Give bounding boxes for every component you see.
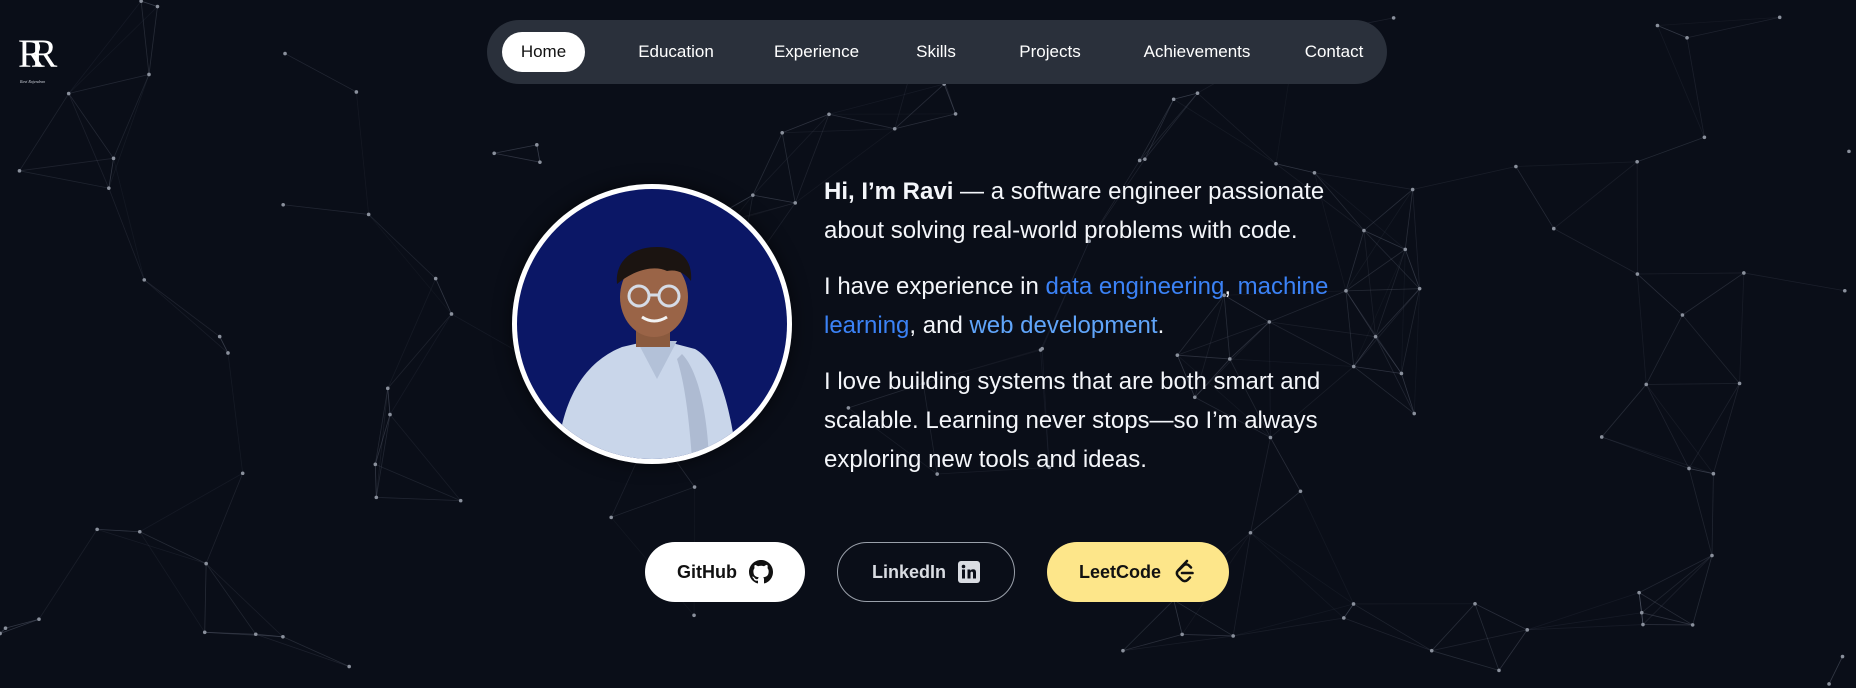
separator-1: , xyxy=(1224,273,1238,300)
logo-monogram: RR xyxy=(18,31,58,76)
nav-education-link[interactable]: Education xyxy=(621,32,731,72)
nav-projects-link[interactable]: Projects xyxy=(1000,32,1100,72)
github-button-label: GitHub xyxy=(677,561,737,582)
skill-data-engineering: data engineering xyxy=(1045,273,1225,300)
profile-photo xyxy=(512,184,792,464)
intro-paragraph-2: I have experience in data engineering, m… xyxy=(824,267,1344,345)
experience-suffix: . xyxy=(1157,312,1165,339)
person-illustration xyxy=(557,247,737,459)
linkedin-button-label: LinkedIn xyxy=(871,561,946,582)
leetcode-button-label: LeetCode xyxy=(1078,561,1161,582)
main-navbar: Home Education Experience Skills Project… xyxy=(487,20,1387,84)
github-button[interactable]: GitHub xyxy=(645,542,805,602)
site-logo[interactable]: RR Ravi Rajendran xyxy=(18,34,66,86)
logo-signature: Ravi Rajendran xyxy=(20,79,46,84)
hero-section: RR Ravi Rajendran Home Education Experie… xyxy=(0,0,1856,688)
experience-prefix: I have experience in xyxy=(824,273,1046,300)
intro-paragraph-3: I love building systems that are both sm… xyxy=(824,368,1321,473)
intro-text: Hi, I’m Ravi — a software engineer passi… xyxy=(824,172,1344,496)
intro-greeting: Hi, I’m Ravi xyxy=(824,178,954,205)
nav-skills-link[interactable]: Skills xyxy=(901,32,971,72)
skill-web-development: web development xyxy=(969,312,1158,339)
profile-photo-inner xyxy=(517,189,787,459)
intro-paragraph-1: Hi, I’m Ravi — a software engineer passi… xyxy=(824,172,1344,250)
github-icon xyxy=(749,560,773,584)
leetcode-icon xyxy=(1175,559,1194,583)
nav-home-link[interactable]: Home xyxy=(502,32,585,72)
linkedin-icon xyxy=(958,561,980,583)
nav-experience-link[interactable]: Experience xyxy=(759,32,874,72)
separator-2: , and xyxy=(909,312,970,339)
leetcode-button[interactable]: LeetCode xyxy=(1047,542,1229,602)
nav-achievements-link[interactable]: Achievements xyxy=(1127,32,1267,72)
nav-contact-link[interactable]: Contact xyxy=(1291,32,1377,72)
linkedin-button[interactable]: LinkedIn xyxy=(837,542,1015,602)
